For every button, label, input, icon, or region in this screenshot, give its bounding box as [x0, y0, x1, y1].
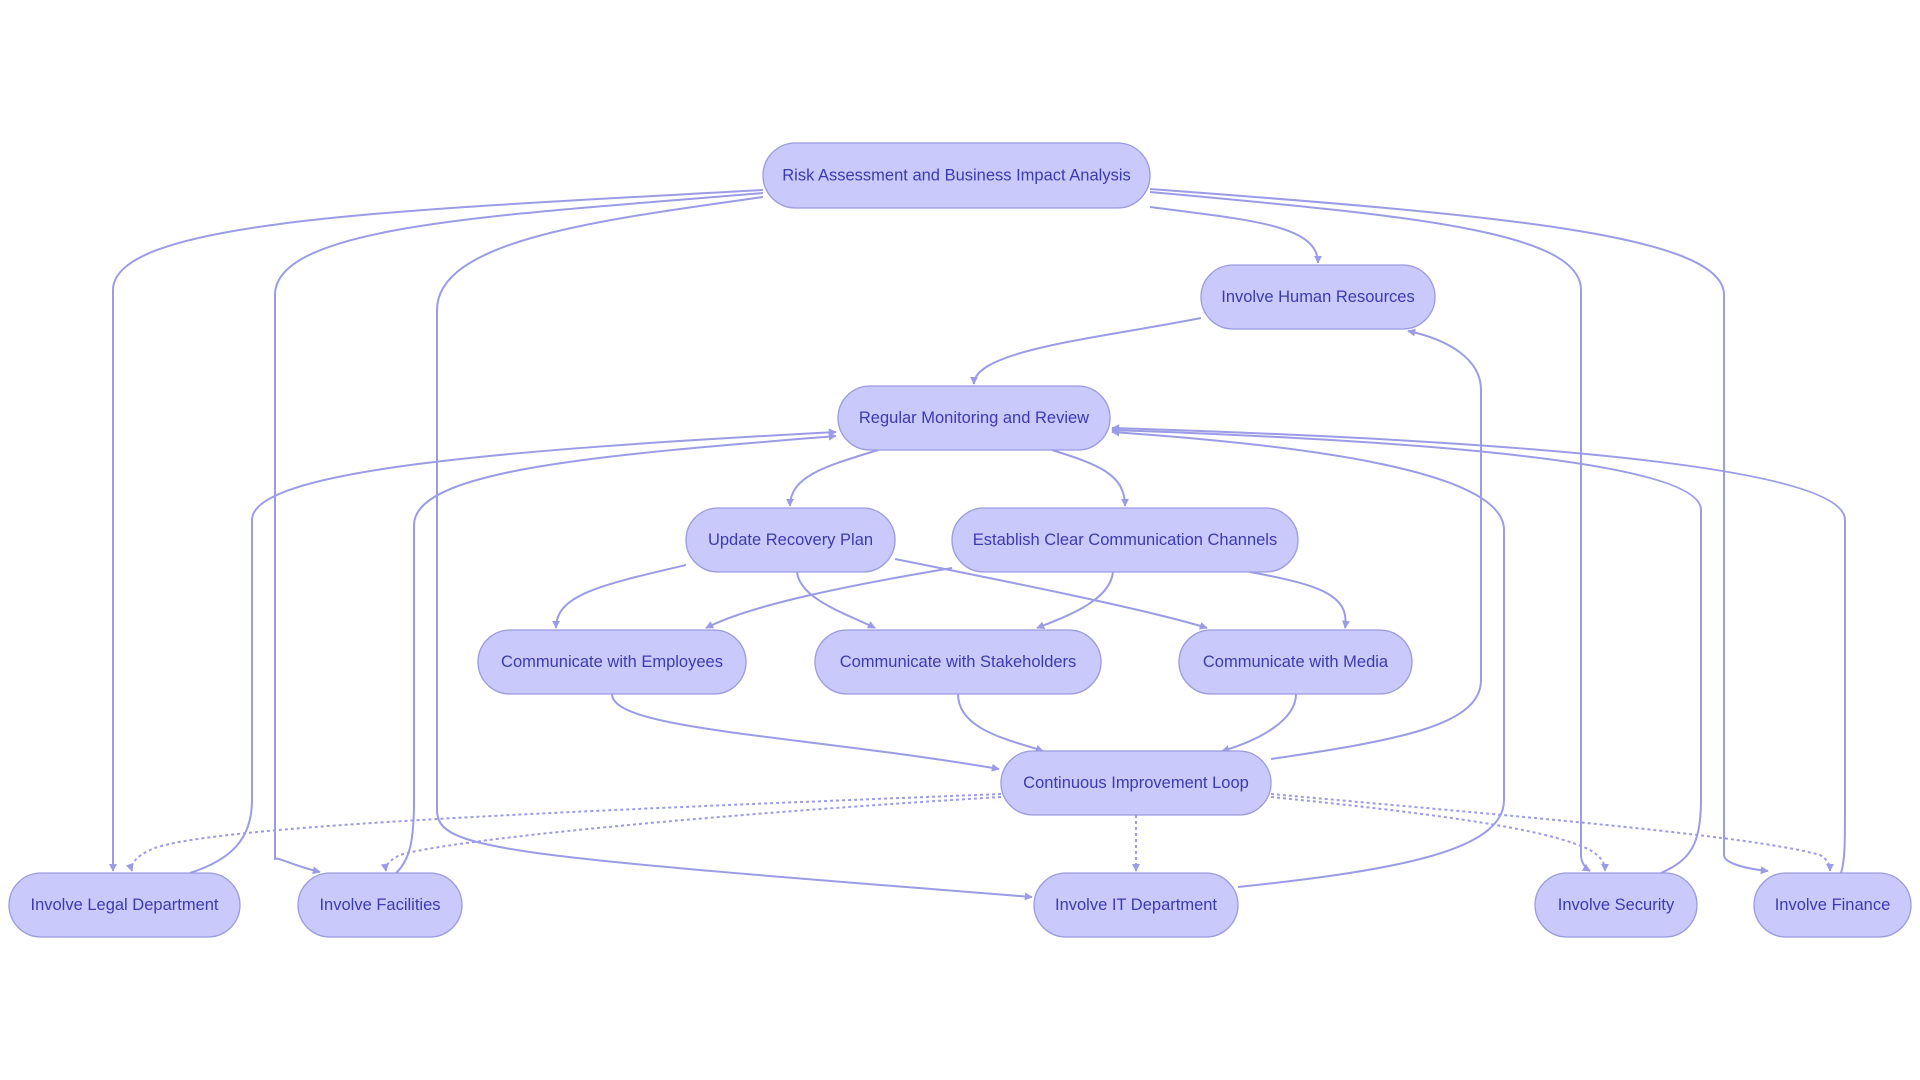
node-cil[interactable]: Continuous Improvement Loop — [1000, 750, 1272, 816]
edge-stakeholders-to-cil — [957, 693, 1044, 753]
node-it[interactable]: Involve IT Department — [1033, 872, 1239, 938]
node-stakeholders[interactable]: Communicate with Stakeholders — [814, 629, 1102, 695]
edge-risk-to-hr — [1149, 206, 1322, 264]
edge-establish-to-stakeholders — [1036, 571, 1114, 630]
node-label: Establish Clear Communication Channels — [973, 531, 1277, 549]
node-facilities[interactable]: Involve Facilities — [297, 872, 463, 938]
node-employees[interactable]: Communicate with Employees — [477, 629, 747, 695]
edge-cil-to-facilities — [380, 796, 1002, 872]
edge-employees-to-cil — [611, 693, 1000, 772]
node-label: Involve Security — [1558, 896, 1675, 914]
node-monitor[interactable]: Regular Monitoring and Review — [837, 385, 1111, 451]
edge-cil-to-hr — [1270, 328, 1482, 760]
edge-cil-to-legal — [125, 793, 1002, 872]
node-label: Risk Assessment and Business Impact Anal… — [782, 167, 1130, 185]
node-label: Involve Facilities — [319, 896, 440, 914]
node-label: Regular Monitoring and Review — [859, 409, 1089, 427]
edge-monitor-to-establish — [1051, 449, 1129, 507]
edge-establish-to-employees — [705, 567, 953, 629]
edge-hr-to-monitor — [970, 317, 1202, 385]
node-label: Communicate with Stakeholders — [840, 653, 1077, 671]
flowchart-canvas: Risk Assessment and Business Impact Anal… — [8, 142, 1912, 938]
edge-media-to-cil — [1221, 693, 1297, 753]
node-label: Communicate with Employees — [501, 653, 723, 671]
edge-establish-to-media — [1249, 571, 1351, 629]
node-label: Communicate with Media — [1203, 653, 1389, 671]
node-hr[interactable]: Involve Human Resources — [1200, 264, 1436, 330]
node-label: Update Recovery Plan — [708, 531, 873, 549]
edge-update-to-employees — [552, 564, 687, 629]
node-label: Involve Finance — [1775, 896, 1891, 914]
edge-update-to-stakeholders — [796, 571, 876, 629]
edge-monitor-to-update — [786, 449, 879, 507]
node-update[interactable]: Update Recovery Plan — [685, 507, 896, 573]
node-legal[interactable]: Involve Legal Department — [8, 872, 241, 938]
node-risk[interactable]: Risk Assessment and Business Impact Anal… — [762, 142, 1151, 209]
node-label: Continuous Improvement Loop — [1023, 774, 1249, 792]
edge-cil-to-security — [1270, 796, 1609, 872]
node-security[interactable]: Involve Security — [1534, 872, 1698, 938]
node-media[interactable]: Communicate with Media — [1178, 629, 1413, 695]
node-label: Involve Legal Department — [30, 896, 218, 914]
node-label: Involve Human Resources — [1221, 288, 1415, 306]
node-finance[interactable]: Involve Finance — [1753, 872, 1912, 938]
node-label: Involve IT Department — [1055, 896, 1217, 914]
node-establish[interactable]: Establish Clear Communication Channels — [951, 507, 1299, 573]
nodes-layer: Risk Assessment and Business Impact Anal… — [8, 142, 1912, 938]
